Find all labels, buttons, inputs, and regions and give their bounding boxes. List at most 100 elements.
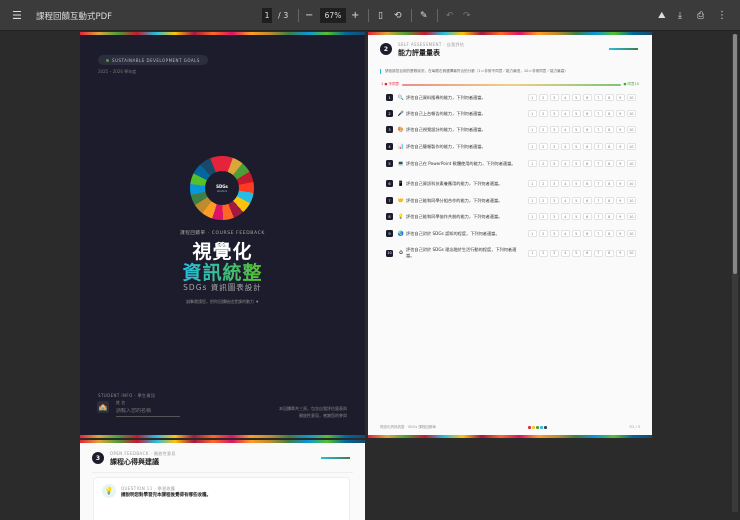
rating-option[interactable]: 3 — [549, 249, 559, 257]
rating-option[interactable]: 9 — [615, 180, 625, 187]
rating-option[interactable]: 3 — [549, 213, 559, 220]
rating-option[interactable]: 1 — [527, 160, 537, 167]
rating-option[interactable]: 7 — [593, 213, 603, 220]
rating-option[interactable]: 8 — [604, 230, 614, 237]
rating-option[interactable]: 8 — [604, 249, 614, 257]
rating-option[interactable]: 6 — [582, 110, 592, 117]
rating-option[interactable]: 4 — [560, 213, 570, 220]
rating-option[interactable]: 2 — [538, 143, 548, 150]
rating-option[interactable]: 8 — [604, 110, 614, 117]
rating-option[interactable]: 8 — [604, 160, 614, 167]
rating-option[interactable]: 10 — [626, 94, 636, 101]
rating-option[interactable]: 8 — [604, 143, 614, 150]
rating-option[interactable]: 4 — [560, 180, 570, 187]
rating-option[interactable]: 4 — [560, 160, 570, 167]
rating-option[interactable]: 5 — [571, 160, 581, 167]
rating-option[interactable]: 4 — [560, 110, 570, 117]
rating-option[interactable]: 10 — [626, 160, 636, 167]
rating-option[interactable]: 1 — [527, 180, 537, 187]
rating-option[interactable]: 9 — [615, 230, 625, 237]
rating-option[interactable]: 10 — [626, 230, 636, 237]
rating-option[interactable]: 4 — [560, 249, 570, 257]
rating-option[interactable]: 5 — [571, 143, 581, 150]
rating-option[interactable]: 2 — [538, 230, 548, 237]
rating-option[interactable]: 7 — [593, 180, 603, 187]
rating-option[interactable]: 2 — [538, 197, 548, 204]
rating-option[interactable]: 1 — [527, 249, 537, 257]
zoom-in-button[interactable]: + — [351, 8, 359, 23]
rating-option[interactable]: 7 — [593, 197, 603, 204]
fit-page-icon[interactable]: ▯ — [378, 8, 383, 23]
rating-option[interactable]: 2 — [538, 180, 548, 187]
rating-option[interactable]: 1 — [527, 230, 537, 237]
rating-option[interactable]: 7 — [593, 110, 603, 117]
rating-option[interactable]: 10 — [626, 126, 636, 133]
rating-option[interactable]: 3 — [549, 230, 559, 237]
rating-option[interactable]: 10 — [626, 180, 636, 187]
rating-option[interactable]: 2 — [538, 94, 548, 101]
rating-option[interactable]: 7 — [593, 230, 603, 237]
rating-option[interactable]: 2 — [538, 249, 548, 257]
rating-option[interactable]: 4 — [560, 94, 570, 101]
rating-option[interactable]: 5 — [571, 213, 581, 220]
name-input[interactable] — [116, 408, 180, 417]
rating-option[interactable]: 1 — [527, 126, 537, 133]
save-drive-icon[interactable]: ⛰ — [658, 8, 666, 23]
rating-option[interactable]: 6 — [582, 230, 592, 237]
scrollbar-thumb[interactable] — [733, 34, 737, 274]
rating-option[interactable]: 9 — [615, 94, 625, 101]
rating-option[interactable]: 5 — [571, 197, 581, 204]
rating-option[interactable]: 3 — [549, 180, 559, 187]
rating-option[interactable]: 7 — [593, 160, 603, 167]
rating-option[interactable]: 6 — [582, 197, 592, 204]
rating-option[interactable]: 7 — [593, 94, 603, 101]
rating-option[interactable]: 2 — [538, 213, 548, 220]
rating-option[interactable]: 9 — [615, 213, 625, 220]
redo-icon[interactable]: ↷ — [463, 8, 471, 23]
rating-option[interactable]: 10 — [626, 143, 636, 150]
annotate-icon[interactable]: ✎ — [420, 8, 428, 23]
rating-option[interactable]: 5 — [571, 230, 581, 237]
rating-option[interactable]: 5 — [571, 249, 581, 257]
undo-icon[interactable]: ↶ — [446, 8, 454, 23]
rating-option[interactable]: 1 — [527, 213, 537, 220]
more-options-icon[interactable]: ⋮ — [717, 8, 727, 23]
rating-option[interactable]: 4 — [560, 143, 570, 150]
rating-option[interactable]: 9 — [615, 143, 625, 150]
rating-option[interactable]: 7 — [593, 249, 603, 257]
rating-option[interactable]: 6 — [582, 143, 592, 150]
rating-option[interactable]: 8 — [604, 126, 614, 133]
rating-option[interactable]: 6 — [582, 94, 592, 101]
print-icon[interactable]: ⎙ — [697, 8, 704, 23]
rating-option[interactable]: 8 — [604, 180, 614, 187]
zoom-out-button[interactable]: − — [305, 8, 313, 23]
rating-option[interactable]: 8 — [604, 197, 614, 204]
rating-option[interactable]: 9 — [615, 160, 625, 167]
rating-option[interactable]: 3 — [549, 110, 559, 117]
rating-option[interactable]: 5 — [571, 180, 581, 187]
rating-option[interactable]: 3 — [549, 197, 559, 204]
rating-option[interactable]: 5 — [571, 110, 581, 117]
download-icon[interactable]: ⤓ — [678, 8, 682, 23]
rating-option[interactable]: 4 — [560, 197, 570, 204]
rating-option[interactable]: 10 — [626, 110, 636, 117]
rating-option[interactable]: 1 — [527, 143, 537, 150]
rating-option[interactable]: 8 — [604, 94, 614, 101]
rating-option[interactable]: 3 — [549, 94, 559, 101]
rating-option[interactable]: 3 — [549, 160, 559, 167]
rating-option[interactable]: 6 — [582, 180, 592, 187]
rating-option[interactable]: 10 — [626, 213, 636, 220]
rating-option[interactable]: 7 — [593, 143, 603, 150]
rating-option[interactable]: 4 — [560, 126, 570, 133]
rating-option[interactable]: 2 — [538, 110, 548, 117]
rating-option[interactable]: 6 — [582, 126, 592, 133]
rotate-icon[interactable]: ⟲ — [394, 8, 402, 23]
rating-option[interactable]: 1 — [527, 94, 537, 101]
rating-option[interactable]: 6 — [582, 249, 592, 257]
rating-option[interactable]: 5 — [571, 126, 581, 133]
scrollbar[interactable] — [732, 34, 738, 512]
rating-option[interactable]: 3 — [549, 126, 559, 133]
zoom-input[interactable]: 67% — [320, 8, 346, 23]
rating-option[interactable]: 5 — [571, 94, 581, 101]
rating-option[interactable]: 9 — [615, 249, 625, 257]
